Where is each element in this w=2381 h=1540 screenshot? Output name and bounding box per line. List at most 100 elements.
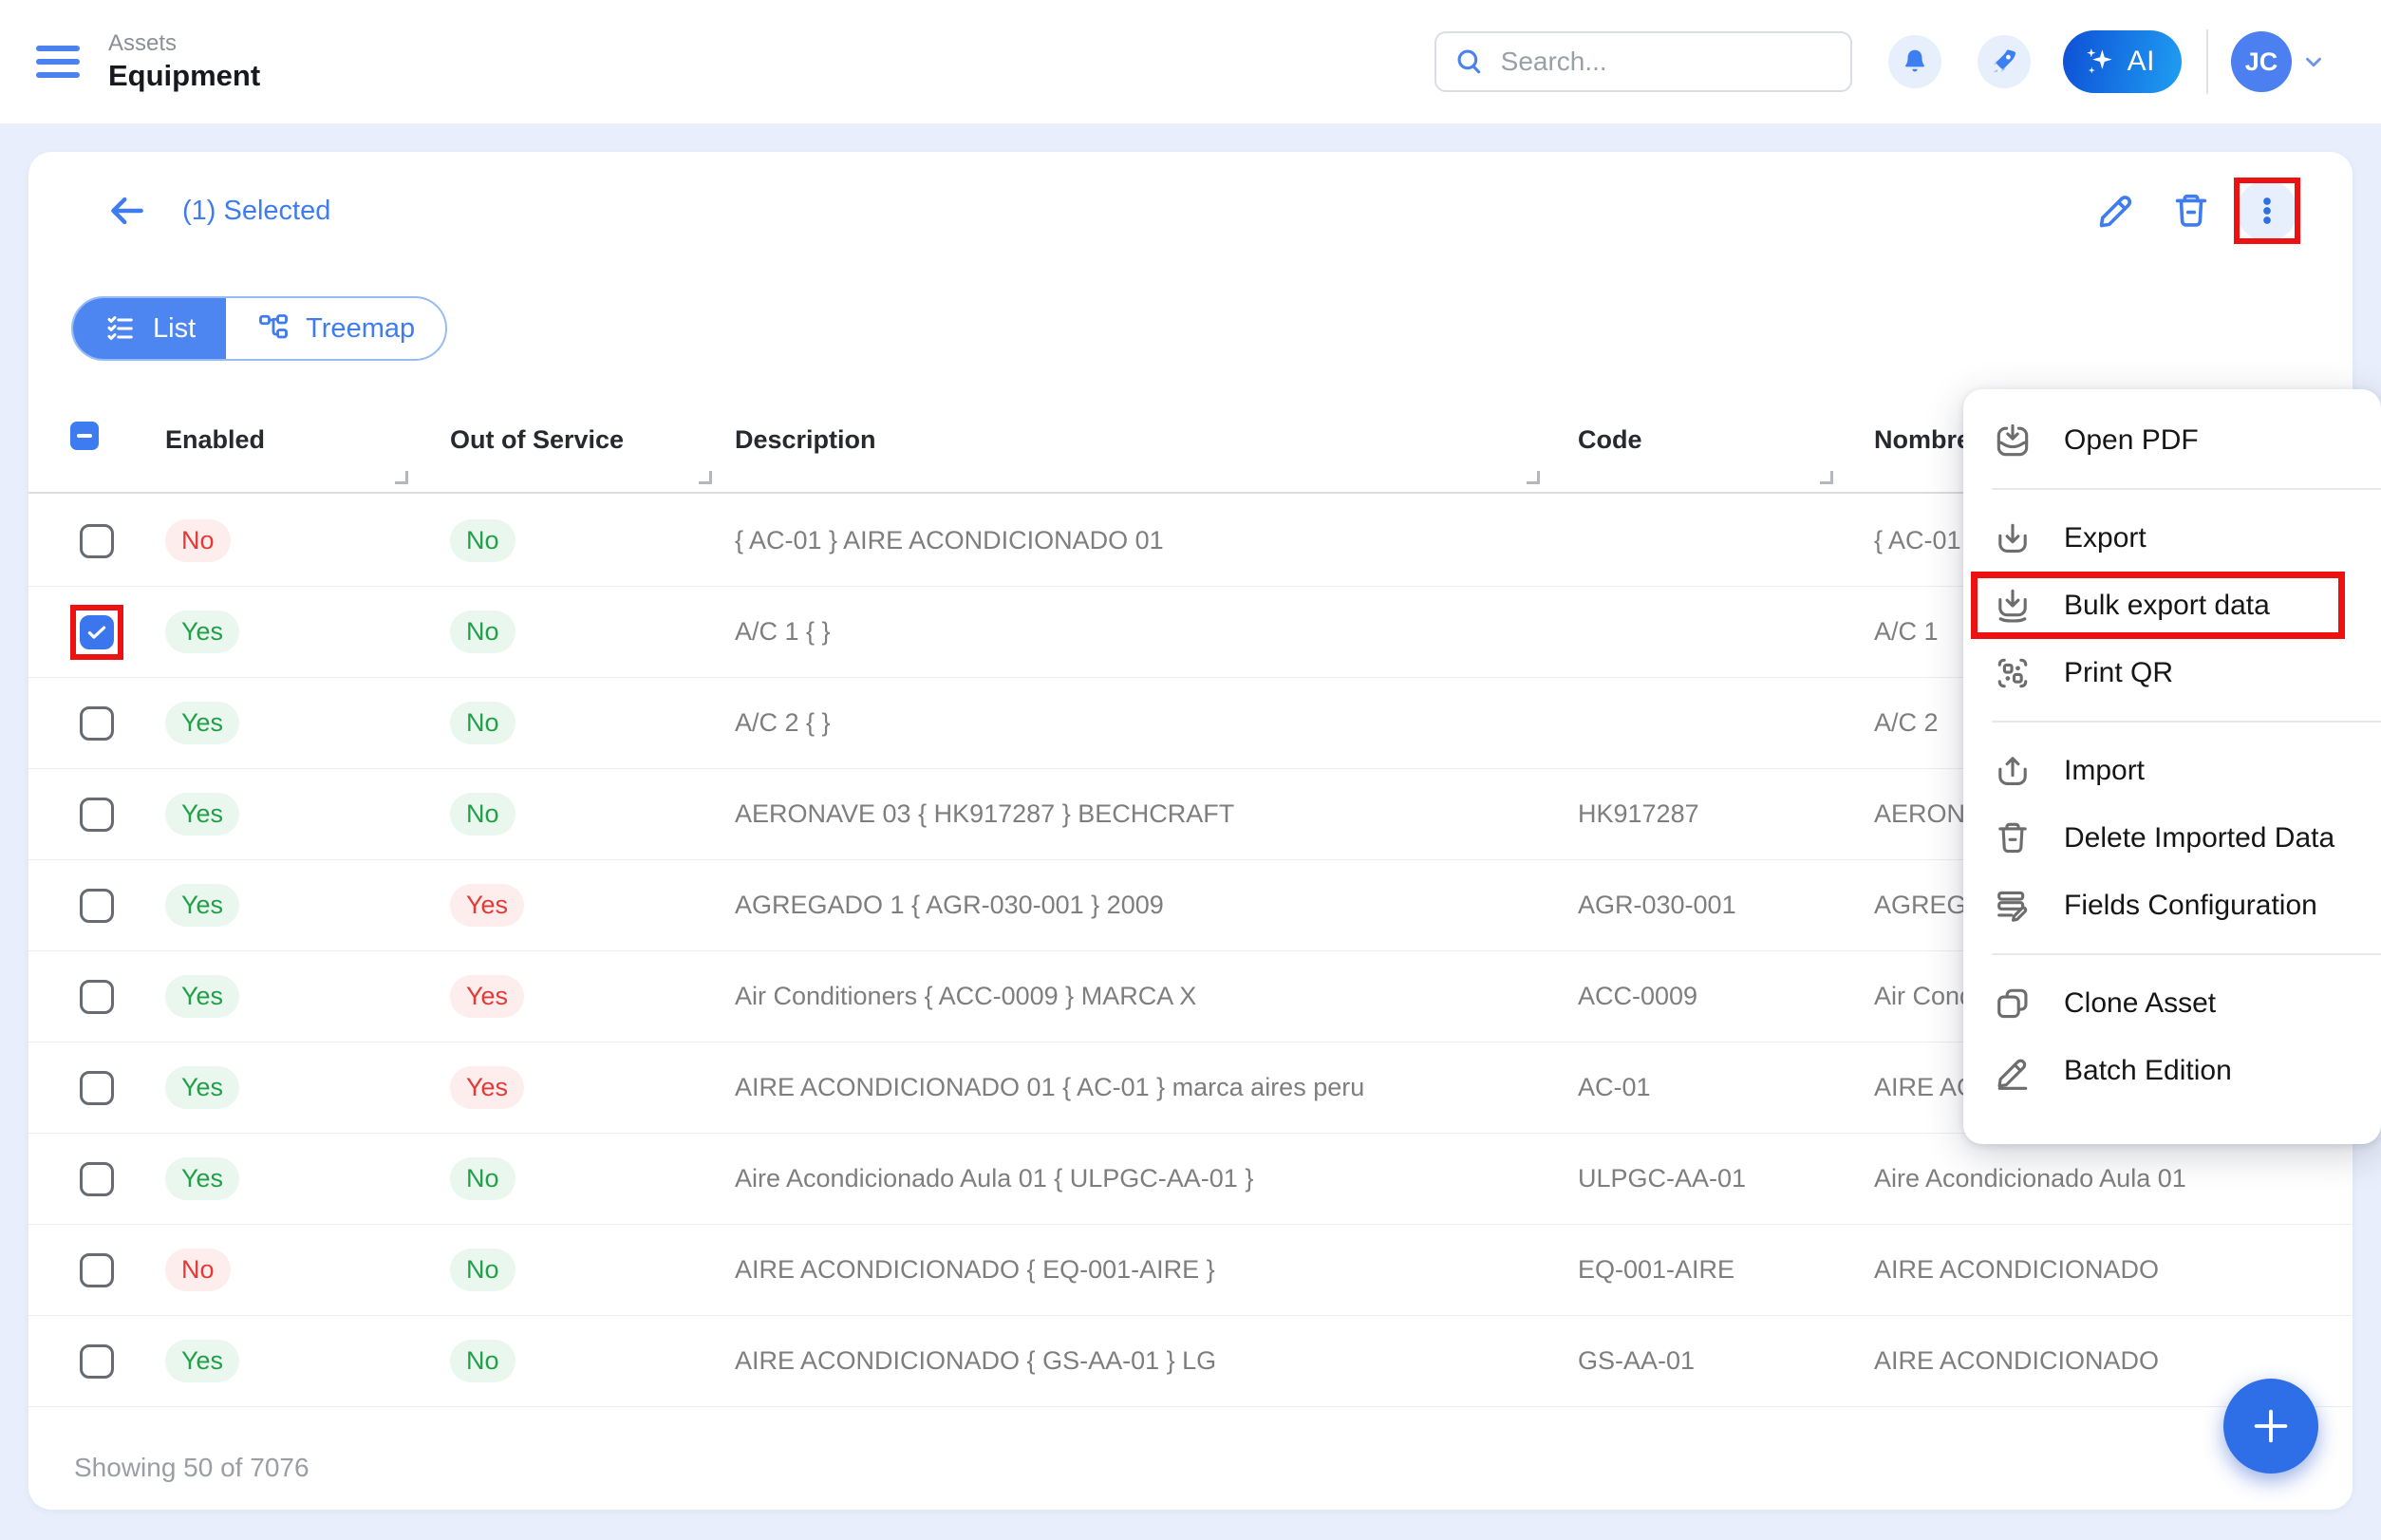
description-cell: A/C 2 { } [706,708,1549,738]
column-resize-handle[interactable] [699,471,712,484]
out-of-service-badge: No [450,1157,516,1200]
row-checkbox[interactable] [80,706,114,741]
menu-item-import[interactable]: Import [1963,737,2381,804]
export-icon [1992,517,2034,559]
nombre-cell: Aire Acondicionado Aula 01 [1846,1164,2324,1193]
out-of-service-cell: No [422,610,706,653]
avatar[interactable]: JC [2231,31,2292,92]
back-button[interactable] [106,190,148,232]
column-resize-handle[interactable] [1820,471,1833,484]
menu-item-export[interactable]: Export [1963,504,2381,572]
edit-button[interactable] [2085,180,2146,241]
arrow-left-icon [106,190,148,232]
enabled-cell: Yes [137,793,422,836]
row-checkbox[interactable] [80,1344,114,1379]
row-checkbox[interactable] [80,1253,114,1287]
bulk-export-icon [1992,585,2034,627]
out-of-service-cell: No [422,702,706,744]
menu-item-open-pdf[interactable]: Open PDF [1963,406,2381,474]
delete-imported-icon [1992,817,2034,859]
open-pdf-icon [1992,420,2034,461]
menu-item-fields-configuration[interactable]: Fields Configuration [1963,872,2381,939]
row-checkbox-cell [57,860,137,950]
avatar-initials: JC [2245,47,2278,77]
batch-edit-icon [1992,1050,2034,1092]
add-asset-fab[interactable] [2223,1379,2318,1474]
out-of-service-badge: Yes [450,1066,524,1109]
menu-item-delete-imported-data[interactable]: Delete Imported Data [1963,804,2381,872]
select-all-checkbox[interactable] [70,422,99,450]
column-header-out-of-service[interactable]: Out of Service [422,408,706,455]
description-cell: AIRE ACONDICIONADO 01 { AC-01 } marca ai… [706,1073,1549,1102]
topbar-divider [2206,29,2208,94]
menu-item-label: Delete Imported Data [2064,822,2334,855]
row-checkbox[interactable] [80,980,114,1014]
ai-button-label: AI [2128,46,2155,78]
trash-icon [2169,189,2213,233]
treemap-icon [256,311,291,346]
out-of-service-badge: Yes [450,884,524,927]
table-row: YesNoAIRE ACONDICIONADO { GS-AA-01 } LGG… [28,1316,2353,1407]
enabled-cell: No [137,519,422,562]
hamburger-menu-icon[interactable] [36,46,80,78]
table-row: YesNoAire Acondicionado Aula 01 { ULPGC-… [28,1134,2353,1225]
out-of-service-badge: No [450,793,516,836]
row-checkbox[interactable] [80,1071,114,1105]
column-resize-handle[interactable] [395,471,408,484]
more-options-button[interactable] [2237,180,2297,241]
menu-item-batch-edition[interactable]: Batch Edition [1963,1037,2381,1104]
selected-count-label: (1) Selected [182,196,330,227]
select-all-cell [57,408,137,450]
kebab-menu-icon [2248,192,2286,230]
out-of-service-badge: No [450,610,516,653]
list-icon [103,311,138,346]
row-checkbox-cell [57,587,137,677]
sparkle-icon [2082,44,2118,80]
column-resize-handle[interactable] [1527,471,1540,484]
search-input[interactable] [1501,47,1833,77]
tab-treemap-view[interactable]: Treemap [226,298,445,359]
clone-icon [1992,983,2034,1024]
row-checkbox[interactable] [80,798,114,832]
row-checkbox[interactable] [80,1162,114,1196]
menu-item-label: Export [2064,522,2147,554]
row-checkbox-cell [57,1134,137,1224]
pencil-icon [2093,189,2137,233]
notifications-button[interactable] [1888,35,1941,88]
column-header-description[interactable]: Description [706,408,1549,455]
treemap-tab-label: Treemap [306,313,415,345]
ai-assistant-button[interactable]: AI [2063,30,2182,93]
out-of-service-badge: Yes [450,975,524,1018]
row-checkbox[interactable] [80,524,114,558]
menu-item-clone-asset[interactable]: Clone Asset [1963,969,2381,1037]
row-checkbox-cell [57,769,137,859]
search-box[interactable] [1434,31,1852,92]
row-checkbox[interactable] [80,615,114,649]
column-header-enabled[interactable]: Enabled [137,408,422,455]
row-checkbox[interactable] [80,889,114,923]
bell-icon [1900,47,1930,77]
menu-item-print-qr[interactable]: Print QR [1963,639,2381,706]
print-qr-icon [1992,652,2034,694]
code-cell: AC-01 [1549,1073,1846,1102]
indeterminate-icon [77,434,92,438]
enabled-cell: Yes [137,884,422,927]
out-of-service-cell: Yes [422,975,706,1018]
delete-button[interactable] [2161,180,2222,241]
tab-list-view[interactable]: List [73,298,226,359]
enabled-cell: Yes [137,975,422,1018]
menu-item-bulk-export-data[interactable]: Bulk export data [1963,572,2381,639]
out-of-service-cell: No [422,519,706,562]
menu-divider [1992,488,2381,490]
out-of-service-cell: No [422,793,706,836]
enabled-cell: No [137,1249,422,1291]
enabled-cell: Yes [137,1066,422,1109]
action-bar: (1) Selected [28,180,2353,241]
chevron-down-icon[interactable] [2301,49,2326,74]
out-of-service-badge: No [450,519,516,562]
column-header-code[interactable]: Code [1549,408,1846,455]
nombre-cell: AIRE ACONDICIONADO [1846,1346,2324,1376]
description-cell: { AC-01 } AIRE ACONDICIONADO 01 [706,526,1549,555]
rocket-button[interactable] [1978,35,2031,88]
out-of-service-badge: No [450,702,516,744]
